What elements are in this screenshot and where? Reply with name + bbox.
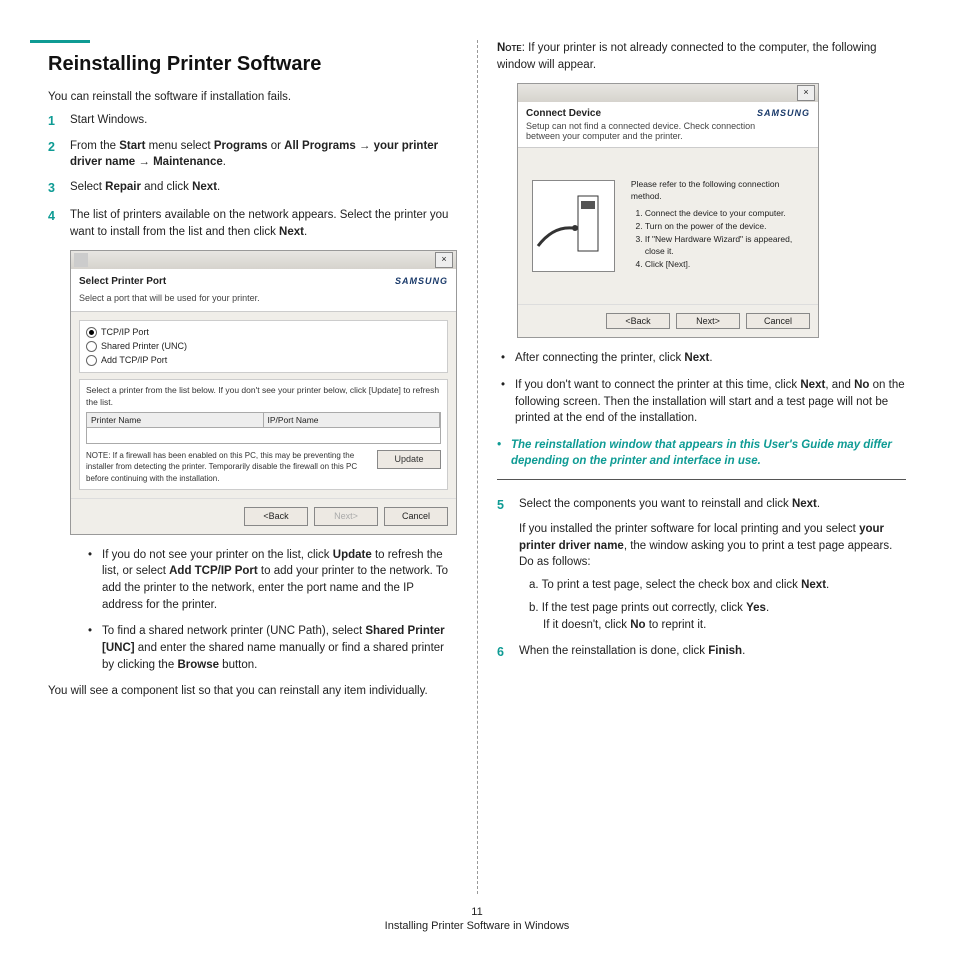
connection-steps: Please refer to the following connection… <box>631 178 804 275</box>
ss1-title: Select Printer Port <box>79 276 166 287</box>
back-button[interactable]: <Back <box>606 313 670 329</box>
accent-bar <box>30 40 90 43</box>
page-footer: 11 Installing Printer Software in Window… <box>0 906 954 932</box>
close-icon[interactable]: × <box>435 252 453 268</box>
next-button[interactable]: Next> <box>676 313 740 329</box>
screenshot-select-port: × Select Printer Port Select a port that … <box>70 250 457 534</box>
ss1-subtitle: Select a port that will be used for your… <box>79 292 260 305</box>
page-number: 11 <box>0 906 954 918</box>
note-connect: Note: If your printer is not already con… <box>497 40 906 73</box>
heading: Reinstalling Printer Software <box>48 53 457 76</box>
cancel-button[interactable]: Cancel <box>746 313 810 329</box>
radio-unc[interactable] <box>86 341 97 352</box>
step-num-5: 5 <box>497 496 519 634</box>
after-step4: You will see a component list so that yo… <box>48 683 457 700</box>
cancel-button[interactable]: Cancel <box>384 507 448 526</box>
ss2-subtitle: Setup can not find a connected device. C… <box>526 121 757 141</box>
radio-tcpip[interactable] <box>86 327 97 338</box>
separator <box>497 479 906 480</box>
samsung-logo: SAMSUNG <box>757 108 810 118</box>
rb1: After connecting the printer, click Next… <box>515 350 713 367</box>
step-1: Start Windows. <box>70 112 457 130</box>
back-button[interactable]: <Back <box>244 507 308 526</box>
connection-illustration <box>532 180 615 272</box>
step-num-4: 4 <box>48 207 70 700</box>
step-num-2: 2 <box>48 138 70 171</box>
step-5b: b. If the test page prints out correctly… <box>529 600 906 635</box>
teal-note: The reinstallation window that appears i… <box>511 437 906 469</box>
step-5: Select the components you want to reinst… <box>519 496 906 513</box>
step-6: When the reinstallation is done, click F… <box>519 643 906 661</box>
step-num-3: 3 <box>48 179 70 197</box>
printer-table[interactable]: Printer NameIP/Port Name <box>86 412 441 444</box>
step-2: From the Start menu select Programs or A… <box>70 138 457 171</box>
step-num-6: 6 <box>497 643 519 661</box>
column-divider <box>477 40 478 894</box>
step-4: The list of printers available on the ne… <box>70 207 457 240</box>
next-button[interactable]: Next> <box>314 507 378 526</box>
ss1-note: NOTE: If a firewall has been enabled on … <box>86 450 371 485</box>
close-icon[interactable]: × <box>797 85 815 101</box>
samsung-logo: SAMSUNG <box>395 275 448 288</box>
step-num-1: 1 <box>48 112 70 130</box>
bullet-unc: To find a shared network printer (UNC Pa… <box>102 623 457 673</box>
window-icon <box>74 253 88 267</box>
step-3: Select Repair and click Next. <box>70 179 457 197</box>
bullet-update: If you do not see your printer on the li… <box>102 547 457 614</box>
update-button[interactable]: Update <box>377 450 441 469</box>
radio-add[interactable] <box>86 355 97 366</box>
rb2: If you don't want to connect the printer… <box>515 377 906 427</box>
intro-text: You can reinstall the software if instal… <box>48 90 457 106</box>
step-5-body: If you installed the printer software fo… <box>519 521 906 571</box>
screenshot-connect-device: × Connect Device Setup can not find a con… <box>517 83 819 338</box>
footer-text: Installing Printer Software in Windows <box>0 920 954 932</box>
ss2-title: Connect Device <box>526 108 601 119</box>
step-5a: a. To print a test page, select the chec… <box>529 577 906 594</box>
ss1-list-label: Select a printer from the list below. If… <box>86 384 441 409</box>
